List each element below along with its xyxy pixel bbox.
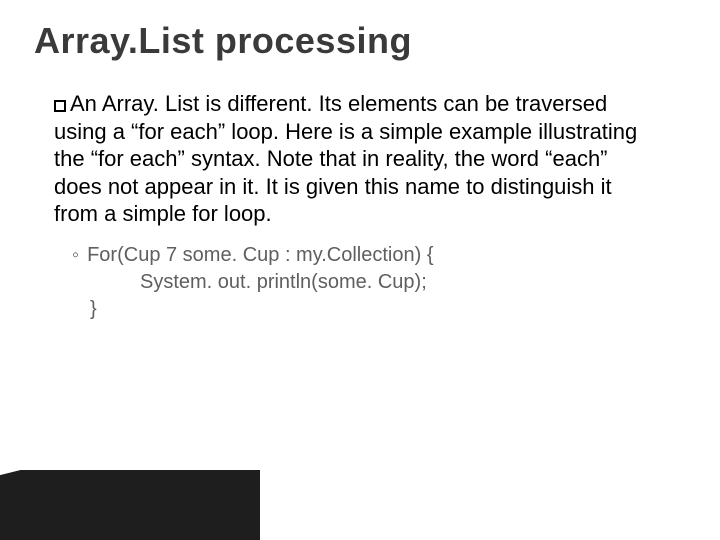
slide-title: Array.List processing — [34, 20, 412, 62]
square-bullet-icon — [54, 100, 66, 112]
decorative-wedge — [0, 470, 260, 540]
sub-bullet-icon: ◦ — [72, 242, 79, 269]
bullet-lead: An — [70, 91, 97, 116]
bullet-rest: Array. List is different. Its elements c… — [54, 91, 637, 226]
code-line-3: } — [90, 296, 654, 323]
code-block: ◦ For(Cup 7 some. Cup : my.Collection) {… — [72, 242, 654, 323]
code-line-1: For(Cup 7 some. Cup : my.Collection) { — [87, 242, 433, 269]
code-line-2: System. out. println(some. Cup); — [140, 269, 654, 296]
body-text: An Array. List is different. Its element… — [54, 90, 654, 323]
slide: Array.List processing An Array. List is … — [0, 0, 720, 540]
